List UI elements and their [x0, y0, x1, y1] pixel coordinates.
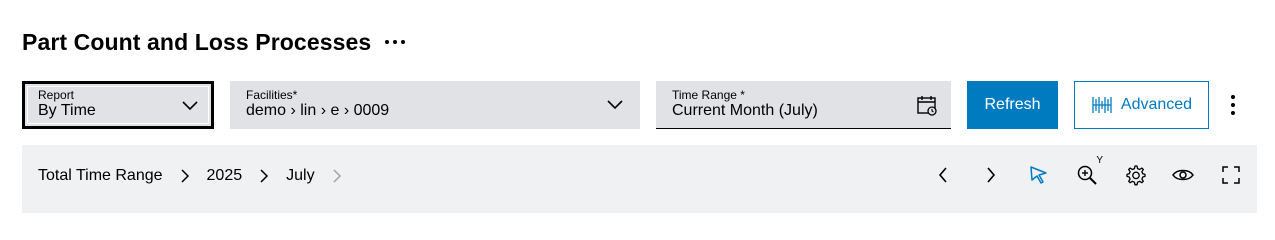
- breadcrumb-item-total[interactable]: Total Time Range: [38, 167, 163, 185]
- chevron-right-icon: [250, 167, 278, 185]
- report-label: Report: [38, 88, 75, 102]
- chart-tools: Y: [907, 155, 1243, 187]
- zoom-icon[interactable]: Y: [1075, 155, 1103, 187]
- eye-icon[interactable]: [1171, 163, 1195, 187]
- fullscreen-icon[interactable]: [1219, 163, 1243, 187]
- chevron-left-icon[interactable]: [931, 163, 955, 187]
- refresh-button[interactable]: Refresh: [967, 81, 1058, 129]
- gear-icon[interactable]: [1123, 163, 1147, 187]
- breadcrumb-item-year[interactable]: 2025: [207, 167, 243, 185]
- advanced-button[interactable]: Advanced: [1074, 81, 1209, 129]
- more-horizontal-icon[interactable]: [383, 36, 407, 48]
- time-range-field[interactable]: Time Range * Current Month (July): [656, 81, 951, 129]
- more-vertical-icon[interactable]: [1222, 92, 1244, 118]
- advanced-filter-icon: [1092, 97, 1112, 113]
- report-select[interactable]: Report By Time: [22, 81, 214, 129]
- page-title: Part Count and Loss Processes: [22, 28, 372, 55]
- time-range-value: Current Month (July): [672, 102, 818, 119]
- calendar-icon[interactable]: [916, 94, 938, 116]
- cursor-select-icon[interactable]: [1027, 163, 1051, 187]
- chevron-right-icon: [323, 167, 351, 185]
- page-header: Part Count and Loss Processes: [22, 28, 407, 56]
- chevron-right-icon: [171, 167, 199, 185]
- time-range-label: Time Range *: [672, 88, 745, 102]
- facilities-value: demo › lin › e › 0009: [246, 102, 390, 119]
- facilities-label: Facilities*: [246, 88, 298, 102]
- chevron-down-icon: [607, 100, 623, 110]
- facilities-select[interactable]: Facilities* demo › lin › e › 0009: [230, 81, 640, 129]
- zoom-axis-label: Y: [1096, 155, 1103, 166]
- breadcrumb: Total Time Range 2025 July: [38, 167, 359, 185]
- chevron-down-icon: [182, 101, 198, 111]
- advanced-label: Advanced: [1120, 96, 1193, 113]
- chevron-right-icon[interactable]: [979, 163, 1003, 187]
- breadcrumb-item-month[interactable]: July: [286, 167, 314, 185]
- report-value: By Time: [38, 102, 96, 119]
- chart-toolbar: Total Time Range 2025 July Y: [22, 145, 1257, 213]
